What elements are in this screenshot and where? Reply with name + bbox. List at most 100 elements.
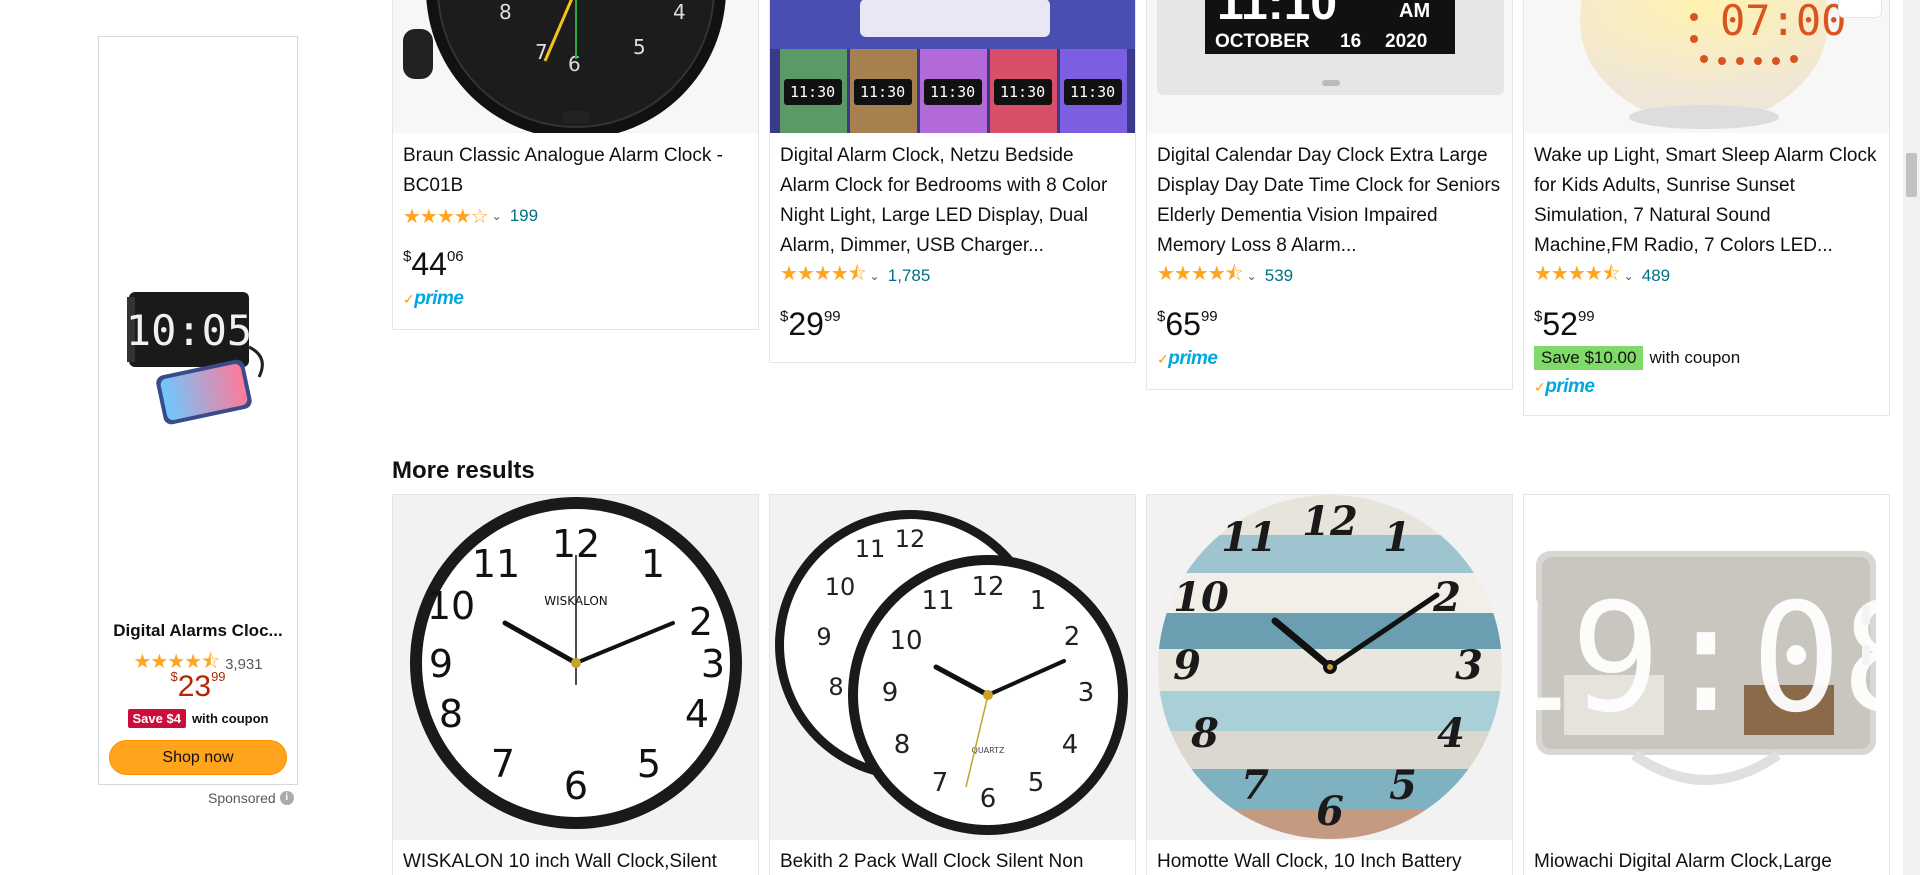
star-rating-icon: ★★★★⯪ [1534, 263, 1621, 285]
product-card[interactable]: 8 7 6 5 4 Braun Classic Analogue Alarm C… [392, 0, 759, 330]
shop-now-button[interactable]: Shop now [109, 740, 287, 775]
svg-text:6: 6 [1316, 788, 1344, 835]
product-image[interactable]: 19:08 [1524, 495, 1889, 840]
price-fraction: 99 [1200, 308, 1218, 325]
sponsored-ad[interactable]: 10:05 Digital Alarms Cloc... ★★★★⯪ 3,931… [98, 36, 298, 785]
product-card[interactable]: 12 1 2 345 678 9 10 11 WISKALON WISKALON 10 … [392, 494, 759, 875]
chevron-down-icon[interactable]: ⌄ [870, 269, 880, 283]
star-rating-icon: ★★★★☆ [403, 205, 489, 228]
svg-text:1: 1 [1030, 586, 1047, 616]
product-image[interactable]: 12 11 10 98 12 1 2 345 678 9 10 11 QUARTZ [770, 495, 1135, 840]
svg-text:7: 7 [491, 742, 515, 786]
product-title[interactable]: Miowachi Digital Alarm Clock,Large [1534, 847, 1879, 875]
svg-text:9: 9 [816, 623, 831, 651]
page-edge-element [1838, 0, 1882, 18]
mirror-clock-display: 19:08 [1524, 572, 1889, 746]
product-title[interactable]: WISKALON 10 inch Wall Clock,Silent [403, 847, 748, 875]
price-fraction: 99 [823, 308, 841, 325]
product-image[interactable]: 07:00 [1524, 0, 1889, 133]
svg-text:10: 10 [889, 626, 922, 656]
svg-text:2: 2 [1064, 622, 1081, 652]
product-image[interactable]: 12 1 2 345 678 9 10 11 WISKALON [393, 495, 758, 840]
svg-text:10: 10 [825, 573, 856, 601]
section-heading: More results [392, 457, 535, 484]
svg-text:6: 6 [568, 52, 581, 76]
ad-coupon: Save $4 with coupon [99, 709, 297, 728]
ad-product-image[interactable]: 10:05 [119, 237, 279, 437]
product-card[interactable]: 07:00 Wake up Light, Smart Sleep Alarm C… [1523, 0, 1890, 416]
ad-title[interactable]: Digital Alarms Cloc... [99, 621, 297, 641]
ad-price: $2399 [99, 669, 297, 704]
product-card[interactable]: 11:30 11:30 11:30 11:30 11:30 Digital Al… [769, 0, 1136, 363]
product-image[interactable]: 11:10 AM OCTOBER 16 2020 [1147, 0, 1512, 133]
prime-badge-icon: ✓prime [1157, 348, 1218, 369]
product-title[interactable]: Wake up Light, Smart Sleep Alarm Clock f… [1534, 141, 1879, 261]
svg-text:11: 11 [472, 542, 520, 586]
chevron-down-icon[interactable]: ⌄ [1247, 269, 1257, 283]
product-rating[interactable]: ★★★★⯪ ⌄ 489 [1534, 263, 1879, 289]
scrollbar-thumb[interactable] [1906, 153, 1917, 197]
product-image[interactable]: 11:30 11:30 11:30 11:30 11:30 [770, 0, 1135, 133]
product-rating[interactable]: ★★★★⯪ ⌄ 1,785 [780, 263, 1125, 289]
svg-text:6: 6 [980, 784, 997, 814]
sunrise-clock-display: 07:00 [1720, 0, 1846, 45]
coupon-badge[interactable]: Save $10.00 [1534, 346, 1644, 370]
product-rating[interactable]: ★★★★☆ ⌄ 199 [403, 203, 748, 229]
price-fraction: 06 [446, 248, 464, 265]
product-card[interactable]: 11:10 AM OCTOBER 16 2020 Digital Calenda… [1146, 0, 1513, 390]
review-count-link[interactable]: 199 [510, 206, 538, 226]
review-count-link[interactable]: 1,785 [888, 266, 931, 286]
svg-text:4: 4 [1437, 710, 1465, 757]
svg-text:3: 3 [701, 642, 725, 686]
product-coupon[interactable]: Save $10.00 with coupon [1534, 346, 1879, 370]
price-whole: 29 [788, 306, 824, 342]
info-icon[interactable]: i [279, 791, 294, 805]
chevron-down-icon[interactable]: ⌄ [492, 209, 502, 223]
review-count-link[interactable]: 539 [1265, 266, 1293, 286]
sponsored-label[interactable]: Sponsored i [208, 790, 294, 806]
svg-text:6: 6 [564, 764, 588, 808]
calendar-day: 16 [1340, 31, 1361, 52]
svg-text:8: 8 [439, 692, 463, 736]
clock-brand-text: QUARTZ [972, 746, 1005, 755]
product-price[interactable]: $4406 [403, 239, 748, 282]
product-card[interactable]: 19:08 Miowachi Digital Alarm Clock,Large [1523, 494, 1890, 875]
product-price[interactable]: $2999 [780, 299, 1125, 342]
chevron-down-icon[interactable]: ⌄ [1624, 269, 1634, 283]
svg-text:5: 5 [633, 35, 646, 59]
calendar-ampm: AM [1399, 0, 1430, 22]
price-whole: 65 [1165, 306, 1201, 342]
review-count-link[interactable]: 489 [1642, 266, 1670, 286]
ad-clock-display: 10:05 [126, 306, 252, 355]
product-price[interactable]: $5299 [1534, 299, 1879, 342]
product-card[interactable]: 12 1 2 345 678 9 10 11 Homotte Wall Clock, 1… [1146, 494, 1513, 875]
product-rating[interactable]: ★★★★⯪ ⌄ 539 [1157, 263, 1502, 289]
svg-text:12: 12 [971, 572, 1004, 602]
product-price[interactable]: $6599 [1157, 299, 1502, 342]
price-whole: 52 [1542, 306, 1578, 342]
product-title[interactable]: Homotte Wall Clock, 10 Inch Battery [1157, 847, 1502, 875]
calendar-year: 2020 [1385, 31, 1427, 52]
svg-text:4: 4 [673, 0, 686, 24]
product-image[interactable]: 12 1 2 345 678 9 10 11 [1147, 495, 1512, 840]
sponsored-text: Sponsored [208, 790, 276, 806]
product-image[interactable]: 8 7 6 5 4 [393, 0, 758, 133]
prime-badge-icon: ✓prime [403, 288, 464, 309]
product-card[interactable]: 12 11 10 98 12 1 2 345 678 9 10 11 QUARTZ Beki… [769, 494, 1136, 875]
svg-text:12: 12 [895, 525, 926, 553]
product-title[interactable]: Digital Calendar Day Clock Extra Large D… [1157, 141, 1502, 261]
prime-text: prime [414, 288, 464, 309]
svg-text:2: 2 [689, 600, 713, 644]
svg-text:3: 3 [1078, 678, 1095, 708]
svg-text:5: 5 [1028, 768, 1045, 798]
svg-text:10: 10 [427, 584, 475, 628]
scrollbar[interactable] [1903, 0, 1920, 875]
svg-text:8: 8 [894, 730, 911, 760]
clock-display-green: 11:30 [790, 83, 835, 101]
product-title[interactable]: Bekith 2 Pack Wall Clock Silent Non [780, 847, 1125, 875]
product-title[interactable]: Digital Alarm Clock, Netzu Bedside Alarm… [780, 141, 1125, 261]
svg-text:8: 8 [499, 0, 512, 24]
svg-text:1: 1 [1383, 514, 1411, 561]
product-title[interactable]: Braun Classic Analogue Alarm Clock - BC0… [403, 141, 748, 201]
svg-text:7: 7 [1241, 762, 1269, 809]
